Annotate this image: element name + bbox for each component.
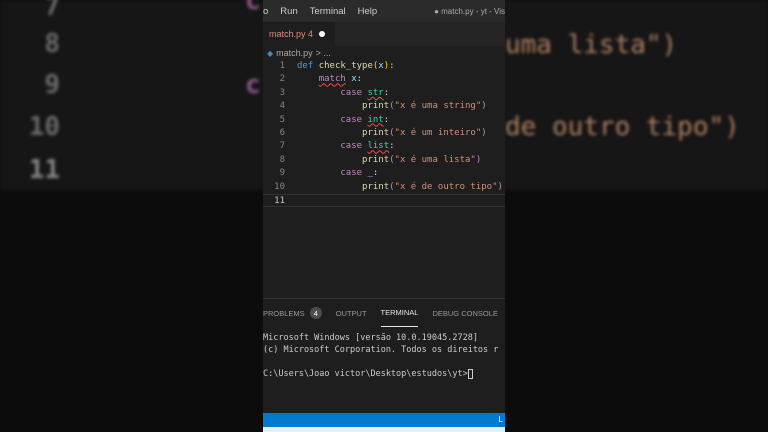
panel-tabs: PROBLEMS 4 OUTPUT TERMINAL DEBUG CONSOLE [263,299,505,327]
line-number: 7 [279,141,285,152]
tab-debug-console[interactable]: DEBUG CONSOLE [432,299,497,327]
tab-problems-label: PROBLEMS [263,308,305,318]
code-line[interactable]: 1 def check_type(x): [263,60,505,73]
code-line[interactable]: 8 print("x é uma lista") [263,154,505,167]
code-text: case str: [340,87,390,98]
code-text: case list: [340,141,395,152]
bg-line-number: 7 [44,0,60,22]
bg-fragment: uma lista") [505,30,678,60]
bottom-panel: PROBLEMS 4 OUTPUT TERMINAL DEBUG CONSOLE … [263,298,505,414]
code-line[interactable]: 4 print("x é uma string") [263,100,505,113]
code-line[interactable]: 5 case int: [263,114,505,127]
terminal-line: Microsoft Windows [versão 10.0.19045.272… [263,333,478,343]
bg-line-number: 10 [28,112,60,142]
tab-label: match.py 4 [269,29,314,39]
menu-bar: o Run Terminal Help ● match.py - yt - Vi… [263,0,505,22]
line-number: 11 [274,195,285,206]
bg-line-number: 11 [28,155,60,185]
tab-output[interactable]: OUTPUT [336,299,367,327]
window-title: ● match.py - yt - Vis [434,6,505,16]
code-text: def check_type(x): [297,61,395,71]
bg-fragment: c [245,70,261,100]
terminal-prompt: C:\Users\Joao victor\Desktop\estudos\yt> [263,369,468,379]
code-text: case _: [340,168,379,179]
bg-fragment: c [245,0,261,16]
tab-debug-console-label: DEBUG CONSOLE [432,308,498,318]
line-number: 5 [279,114,285,125]
code-line[interactable]: 10 print("x é de outro tipo") [263,181,505,194]
code-line[interactable]: 11 [263,193,505,208]
tab-output-label: OUTPUT [335,308,367,318]
terminal[interactable]: Microsoft Windows [versão 10.0.19045.272… [263,327,505,380]
terminal-prompt-line: C:\Users\Joao victor\Desktop\estudos\yt> [263,368,505,380]
code-text: print("x é de outro tipo") [362,181,503,192]
code-text: print("x é um inteiro") [362,127,487,138]
tab-terminal[interactable]: TERMINAL [380,299,419,327]
line-number: 6 [279,127,285,138]
breadcrumb: ◆ match.py > ... [263,46,505,60]
breadcrumb-rest[interactable]: > ... [316,48,331,58]
code-text: print("x é uma lista") [362,154,482,165]
editor-tabs: match.py 4 [263,22,505,46]
bg-fragment: de outro tipo") [505,112,740,142]
python-file-icon: ◆ [267,48,274,58]
line-number: 9 [279,168,285,179]
status-bar: L [263,413,505,427]
status-item[interactable]: L [499,415,503,424]
code-line[interactable]: 6 print("x é um inteiro") [263,127,505,140]
tab-match-py[interactable]: match.py 4 [263,22,336,46]
menu-item[interactable]: o [263,6,268,17]
unsaved-dot-icon[interactable] [319,31,326,37]
terminal-cursor [467,368,473,379]
breadcrumb-file[interactable]: match.py [276,48,313,58]
menu-help[interactable]: Help [358,6,378,17]
tab-problems[interactable]: PROBLEMS 4 [263,299,322,327]
line-number: 8 [279,154,285,165]
code-editor[interactable]: 1 def check_type(x): 2 match x: 3 case str:… [263,60,505,208]
menu-run[interactable]: Run [280,6,297,17]
vscode-window: o Run Terminal Help ● match.py - yt - Vi… [263,0,505,432]
menu-terminal[interactable]: Terminal [310,6,346,17]
code-text: print("x é uma string") [362,101,487,112]
code-text: case int: [340,114,390,125]
line-number: 2 [279,74,285,85]
tab-terminal-label: TERMINAL [380,308,419,317]
line-number: 3 [279,87,285,98]
code-line[interactable]: 3 case str: [263,87,505,100]
taskbar [263,427,505,432]
terminal-line: (c) Microsoft Corporation. Todos os dire… [263,345,499,355]
line-number: 4 [279,101,285,112]
bg-line-number: 8 [44,29,60,59]
code-line[interactable]: 7 case list: [263,140,505,153]
problems-count-badge: 4 [309,307,322,319]
code-line[interactable]: 2 match x: [263,73,505,86]
bg-line-number: 9 [44,70,60,100]
line-number: 1 [279,61,285,71]
code-text: match x: [318,74,363,85]
code-line[interactable]: 9 case _: [263,167,505,180]
line-number: 10 [274,181,285,192]
